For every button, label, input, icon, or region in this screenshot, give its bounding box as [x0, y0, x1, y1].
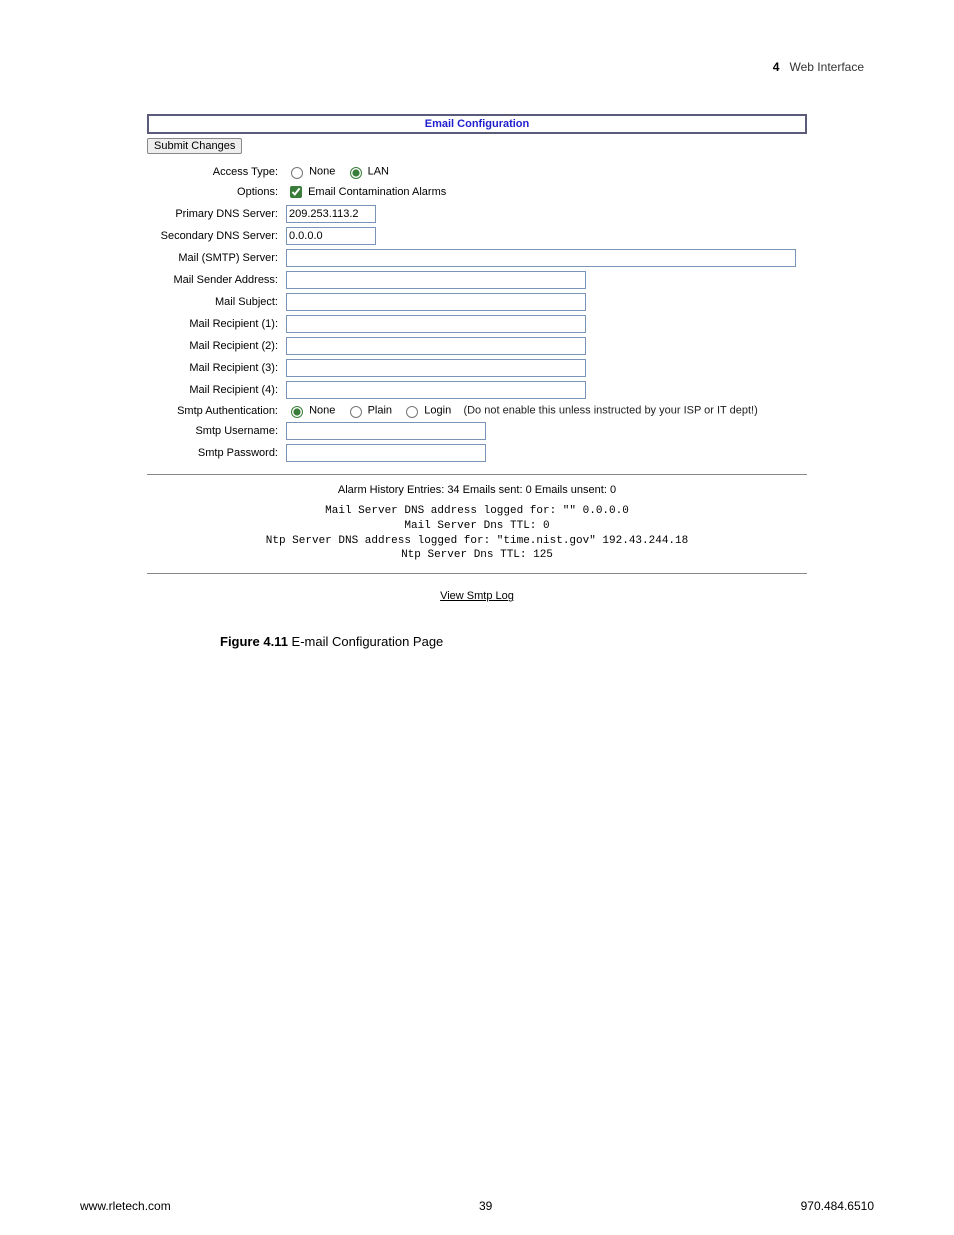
auth-plain-radio[interactable] [350, 406, 362, 418]
smtp-log-row: View Smtp Log [147, 582, 807, 606]
recipient1-label: Mail Recipient (1): [147, 313, 282, 335]
auth-label: Smtp Authentication: [147, 401, 282, 420]
primary-dns-input[interactable] [286, 205, 376, 223]
view-smtp-log-link[interactable]: View Smtp Log [440, 590, 514, 602]
figure-text: E-mail Configuration Page [288, 634, 443, 649]
recipient4-input[interactable] [286, 381, 586, 399]
submit-changes-button[interactable]: Submit Changes [147, 138, 242, 154]
sender-label: Mail Sender Address: [147, 269, 282, 291]
access-type-none-radio[interactable] [291, 167, 303, 179]
access-type-none-text: None [309, 165, 335, 177]
auth-login-text: Login [424, 404, 451, 416]
smtp-server-label: Mail (SMTP) Server: [147, 247, 282, 269]
options-label: Options: [147, 181, 282, 203]
primary-dns-label: Primary DNS Server: [147, 203, 282, 225]
status-block: Alarm History Entries: 34 Emails sent: 0… [147, 483, 807, 563]
recipient1-input[interactable] [286, 315, 586, 333]
secondary-dns-input[interactable] [286, 227, 376, 245]
page: 4 Web Interface Email Configuration Subm… [0, 0, 954, 1235]
config-form: Access Type: None LAN Options: Email Con… [147, 162, 807, 464]
smtp-user-label: Smtp Username: [147, 420, 282, 442]
auth-note: (Do not enable this unless instructed by… [463, 404, 757, 416]
alarm-history-line: Alarm History Entries: 34 Emails sent: 0… [147, 483, 807, 498]
divider-1 [147, 474, 807, 475]
recipient4-label: Mail Recipient (4): [147, 379, 282, 401]
figure-number: Figure 4.11 [220, 634, 288, 649]
auth-none-radio[interactable] [291, 406, 303, 418]
auth-login-radio[interactable] [406, 406, 418, 418]
chapter-number: 4 [773, 60, 780, 74]
email-contamination-checkbox[interactable] [290, 186, 302, 198]
divider-2 [147, 573, 807, 574]
dns-status-pre: Mail Server DNS address logged for: "" 0… [266, 504, 688, 563]
recipient3-input[interactable] [286, 359, 586, 377]
page-header: 4 Web Interface [80, 60, 874, 74]
panel-title: Email Configuration [147, 114, 807, 134]
recipient2-input[interactable] [286, 337, 586, 355]
footer-center: 39 [479, 1199, 492, 1213]
smtp-user-input[interactable] [286, 422, 486, 440]
recipient2-label: Mail Recipient (2): [147, 335, 282, 357]
subject-input[interactable] [286, 293, 586, 311]
secondary-dns-label: Secondary DNS Server: [147, 225, 282, 247]
access-type-lan-radio[interactable] [350, 167, 362, 179]
submit-row: Submit Changes [147, 134, 807, 162]
sender-input[interactable] [286, 271, 586, 289]
smtp-server-input[interactable] [286, 249, 796, 267]
email-config-panel: Email Configuration Submit Changes Acces… [147, 114, 807, 606]
subject-label: Mail Subject: [147, 291, 282, 313]
access-type-label: Access Type: [147, 162, 282, 181]
smtp-pass-label: Smtp Password: [147, 442, 282, 464]
page-footer: www.rletech.com 39 970.484.6510 [80, 1199, 874, 1213]
auth-plain-text: Plain [368, 404, 392, 416]
footer-right: 970.484.6510 [801, 1199, 874, 1213]
chapter-title: Web Interface [790, 60, 864, 74]
footer-left: www.rletech.com [80, 1199, 171, 1213]
email-contamination-text: Email Contamination Alarms [308, 186, 446, 198]
access-type-lan-text: LAN [368, 165, 389, 177]
figure-caption: Figure 4.11 E-mail Configuration Page [220, 634, 874, 649]
smtp-pass-input[interactable] [286, 444, 486, 462]
auth-none-text: None [309, 404, 335, 416]
recipient3-label: Mail Recipient (3): [147, 357, 282, 379]
